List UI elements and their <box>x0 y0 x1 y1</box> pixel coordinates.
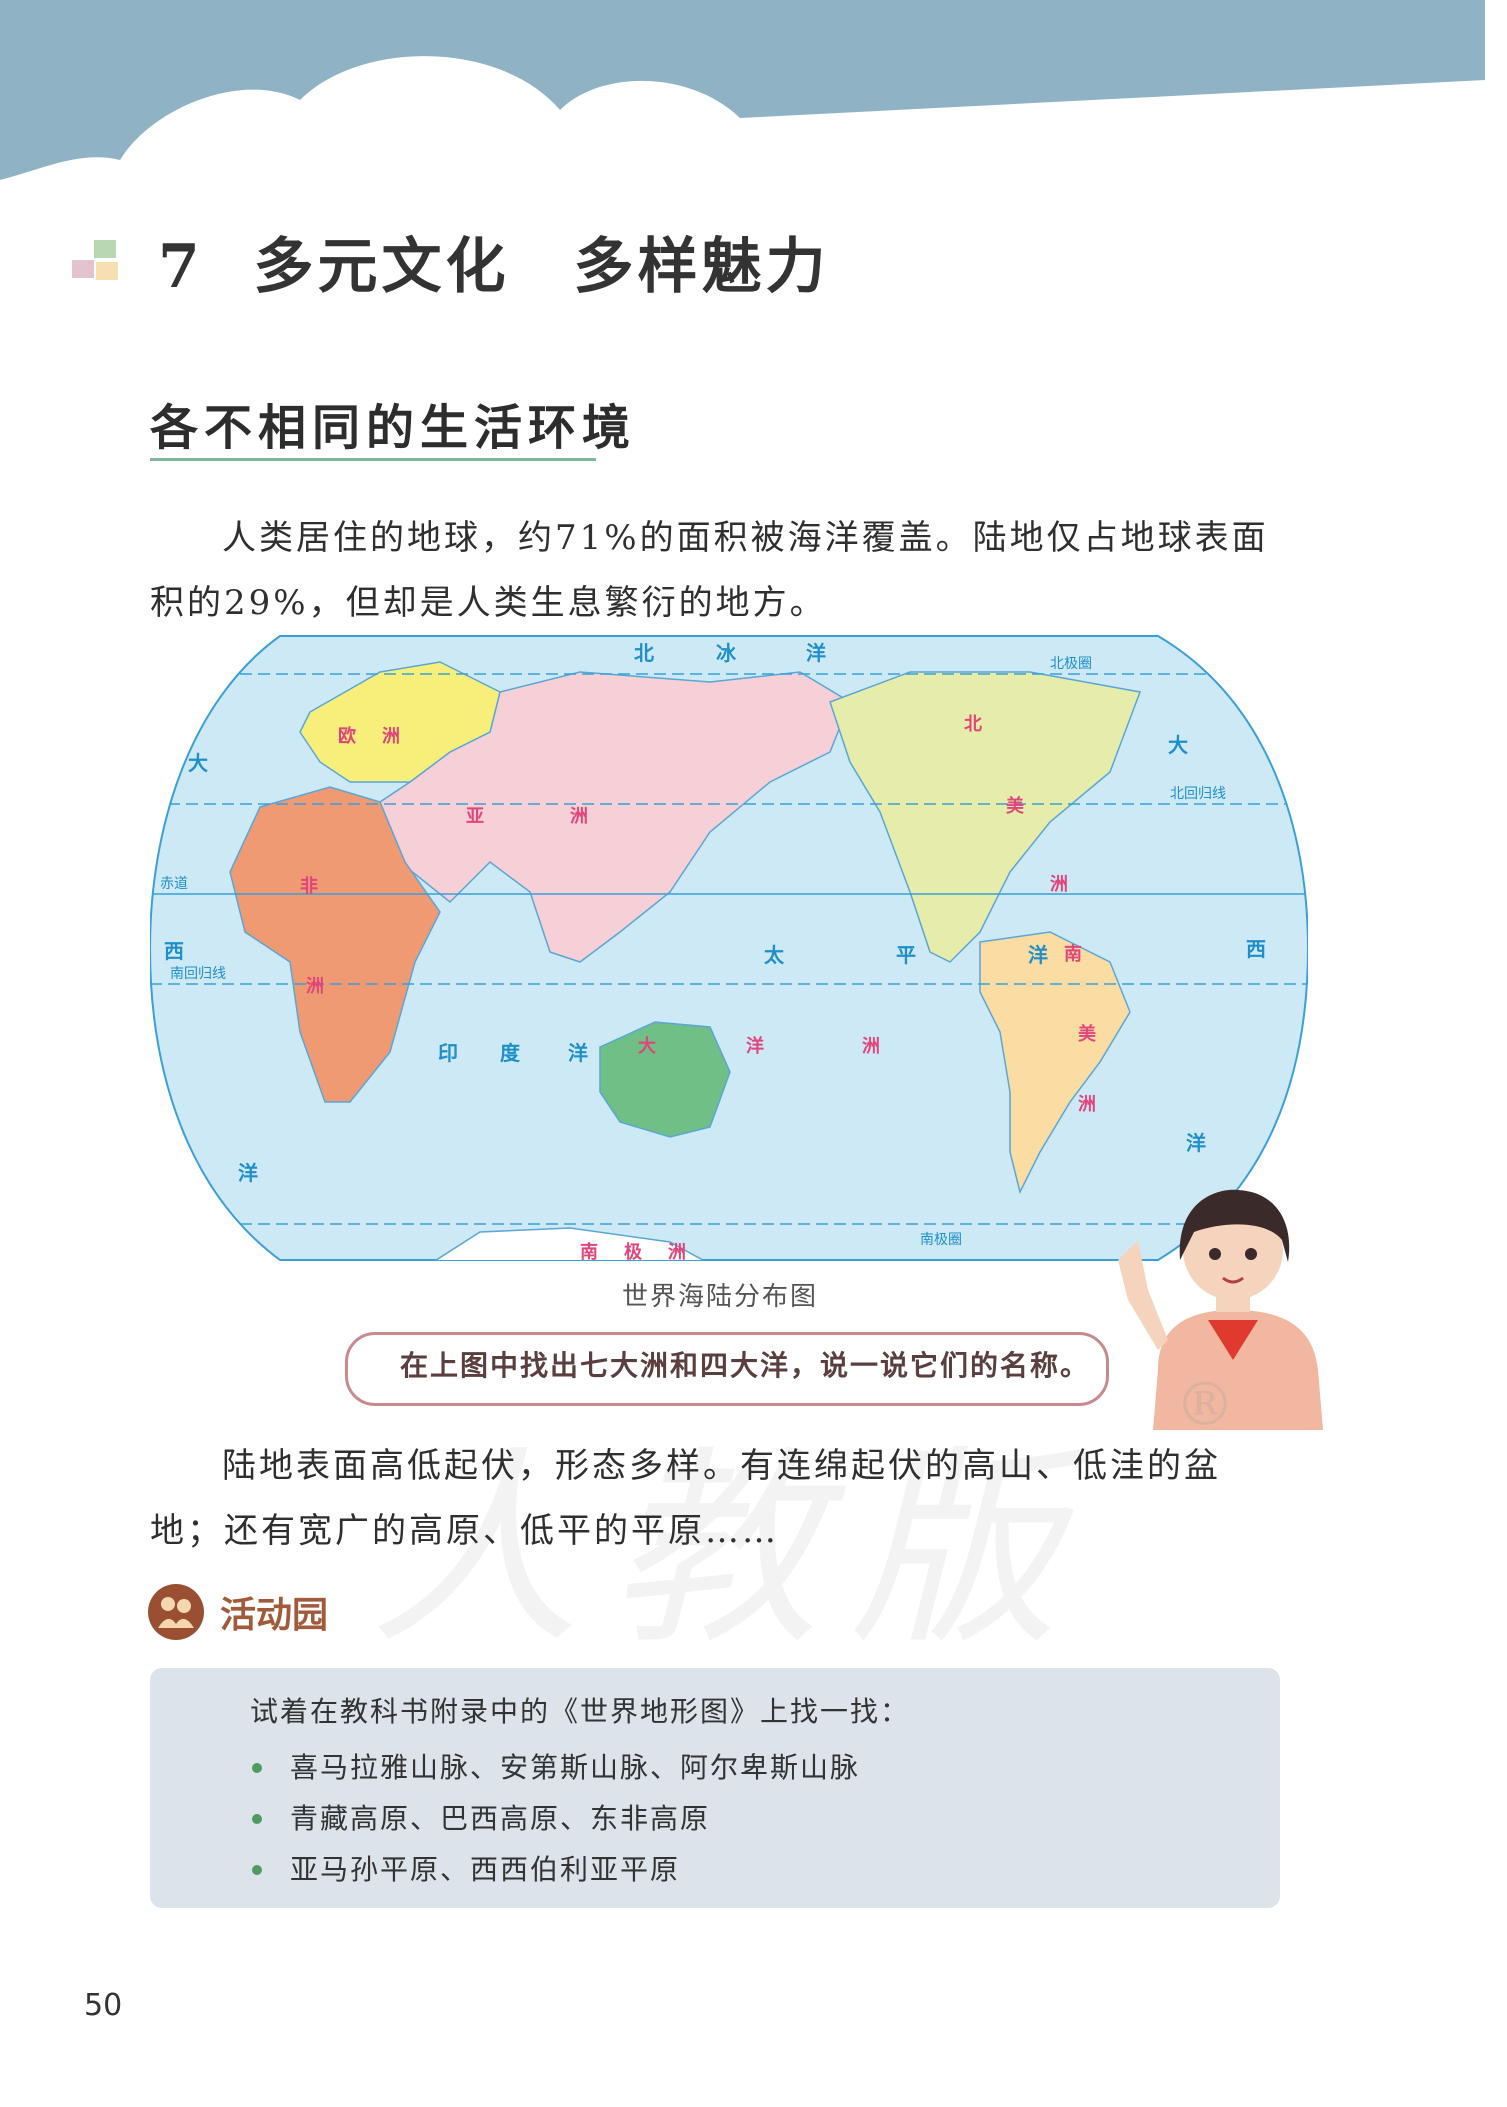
label-south-america-3: 洲 <box>1078 1094 1096 1115</box>
speech-bubble-text: 在上图中找出七大洲和四大洋，说一说它们的名称。 <box>400 1349 1091 1382</box>
label-atlantic-right-2: 西 <box>1246 937 1266 961</box>
label-atlantic-right-3: 洋 <box>1186 1131 1206 1155</box>
label-arctic-2: 冰 <box>716 641 737 665</box>
label-arctic-1: 北 <box>634 641 654 665</box>
activity-title: 活动园 <box>220 1595 329 1636</box>
label-indian-1: 印 <box>438 1041 458 1065</box>
label-indian-2: 度 <box>500 1041 521 1065</box>
header-banner <box>0 0 1485 180</box>
lesson-title: 7 多元文化 多样魅力 <box>158 232 830 302</box>
label-antarctica-2: 极 <box>624 1242 643 1263</box>
label-pacific-1: 太 <box>764 943 785 967</box>
label-pacific-2: 平 <box>896 943 916 967</box>
bullet-icon <box>252 1762 262 1773</box>
label-oceania-1: 大 <box>638 1035 656 1057</box>
heading-decoration <box>72 232 136 292</box>
label-south-america-2: 美 <box>1078 1023 1096 1045</box>
lesson-heading: 7 多元文化 多样魅力 <box>72 218 830 305</box>
label-arctic-circle: 北极圈 <box>1050 656 1092 672</box>
activity-heading: 活动园 <box>148 1584 328 1640</box>
activity-item: 青藏高原、巴西高原、东非高原 <box>252 1793 860 1844</box>
landform-paragraph: 陆地表面高低起伏，形态多样。有连绵起伏的高山、低洼的盆地；还有宽广的高原、低平的… <box>150 1446 1221 1551</box>
bullet-icon <box>252 1864 262 1875</box>
label-africa-2: 洲 <box>306 976 324 997</box>
intro-paragraph: 人类居住的地球，约71%的面积被海洋覆盖。陆地仅占地球表面积的29%，但却是人类… <box>150 518 1269 623</box>
label-africa-1: 非 <box>300 875 318 897</box>
activity-item: 喜马拉雅山脉、安第斯山脉、阿尔卑斯山脉 <box>252 1742 860 1793</box>
label-north-america-3: 洲 <box>1050 874 1068 895</box>
section-title: 各不相同的生活环境 <box>150 400 637 456</box>
activity-list: 喜马拉雅山脉、安第斯山脉、阿尔卑斯山脉 青藏高原、巴西高原、东非高原 亚马孙平原… <box>252 1742 860 1895</box>
label-oceania-3: 洲 <box>862 1036 880 1057</box>
label-antarctic-circle: 南极圈 <box>920 1232 962 1248</box>
label-tropic-capricorn: 南回归线 <box>170 965 226 982</box>
label-antarctica-1: 南 <box>580 1241 598 1263</box>
label-atlantic-right-1: 大 <box>1168 733 1188 757</box>
label-oceania-2: 洋 <box>746 1035 764 1057</box>
label-antarctica-3: 洲 <box>668 1242 686 1263</box>
label-atlantic-left-1: 大 <box>188 751 208 775</box>
watermark-registered-mark: ® <box>1175 1370 1235 1440</box>
page-number: 50 <box>84 1988 123 2023</box>
activity-intro: 试着在教科书附录中的《世界地形图》上找一找： <box>250 1695 911 1728</box>
label-europe-1: 欧 <box>338 725 356 747</box>
label-asia-1: 亚 <box>466 806 484 827</box>
label-asia-2: 洲 <box>570 806 588 827</box>
label-arctic-3: 洋 <box>806 641 826 665</box>
label-equator: 赤道 <box>160 876 188 892</box>
label-indian-3: 洋 <box>568 1041 588 1065</box>
label-atlantic-left-3: 洋 <box>238 1161 258 1185</box>
section-underline <box>150 458 596 461</box>
label-atlantic-left-2: 西 <box>164 939 184 963</box>
label-pacific-3: 洋 <box>1028 943 1048 967</box>
label-tropic-cancer: 北回归线 <box>1170 785 1226 802</box>
label-europe-2: 洲 <box>382 726 400 747</box>
oceania-shape <box>599 1021 731 1138</box>
bullet-icon <box>252 1813 262 1824</box>
activity-icon <box>148 1584 204 1640</box>
label-south-america-1: 南 <box>1064 943 1082 965</box>
activity-item: 亚马孙平原、西西伯利亚平原 <box>252 1844 860 1895</box>
label-north-america-1: 北 <box>964 714 982 735</box>
label-north-america-2: 美 <box>1006 795 1024 817</box>
